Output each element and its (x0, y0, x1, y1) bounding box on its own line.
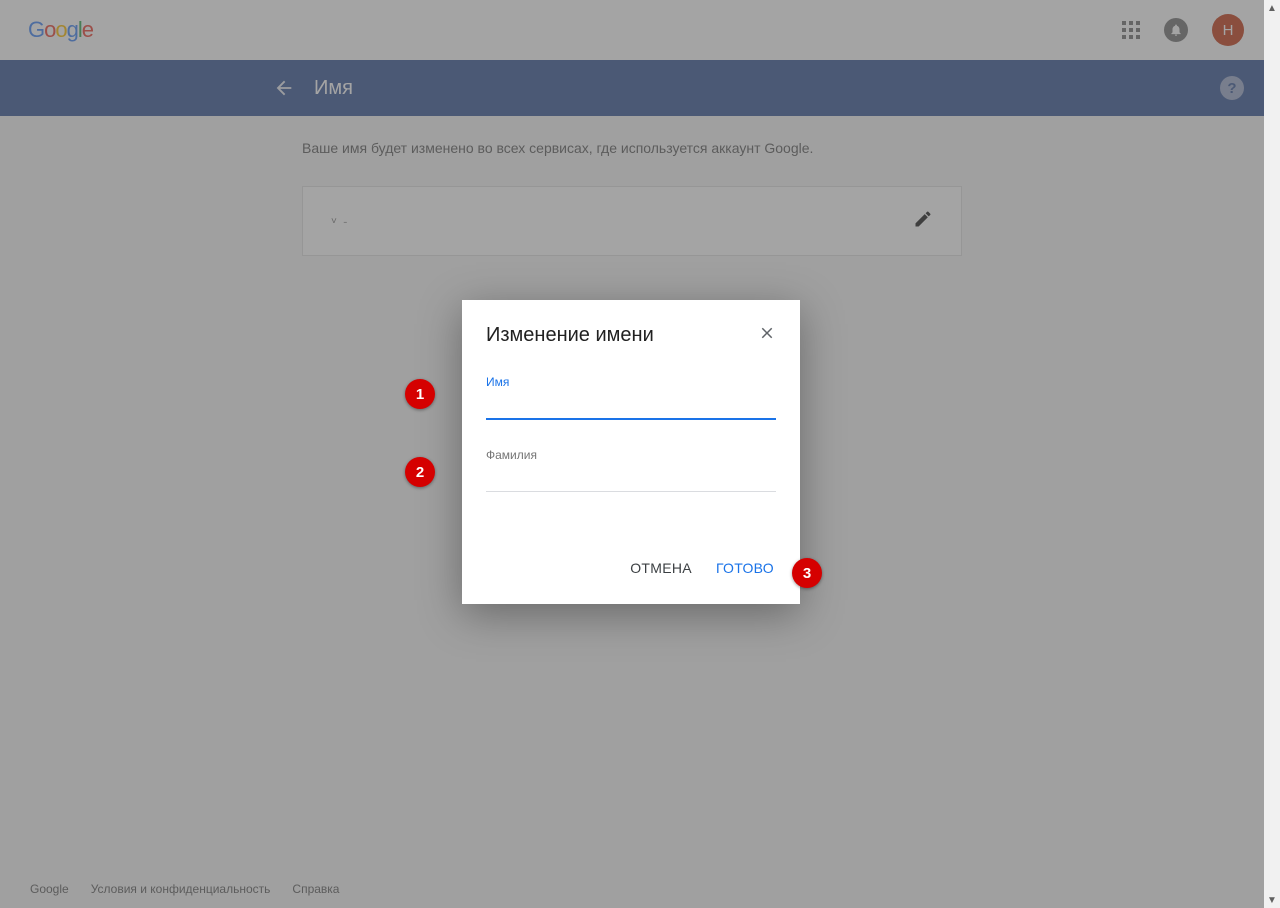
edit-name-dialog: Изменение имени Имя Фамилия ОТМЕНА ГОТОВ… (462, 300, 800, 604)
first-name-input[interactable] (486, 391, 776, 420)
cancel-button[interactable]: ОТМЕНА (628, 556, 694, 580)
vertical-scrollbar[interactable]: ▲ ▼ (1264, 0, 1280, 908)
last-name-input[interactable] (486, 464, 776, 492)
first-name-label: Имя (486, 375, 776, 389)
annotation-badge-2: 2 (405, 457, 435, 487)
done-button[interactable]: ГОТОВО (714, 556, 776, 580)
annotation-badge-1: 1 (405, 379, 435, 409)
scroll-down-icon[interactable]: ▼ (1264, 892, 1280, 908)
close-icon[interactable] (758, 324, 776, 347)
dialog-title: Изменение имени (486, 324, 654, 347)
annotation-badge-3: 3 (792, 558, 822, 588)
last-name-label: Фамилия (486, 448, 776, 462)
scroll-up-icon[interactable]: ▲ (1264, 0, 1280, 16)
